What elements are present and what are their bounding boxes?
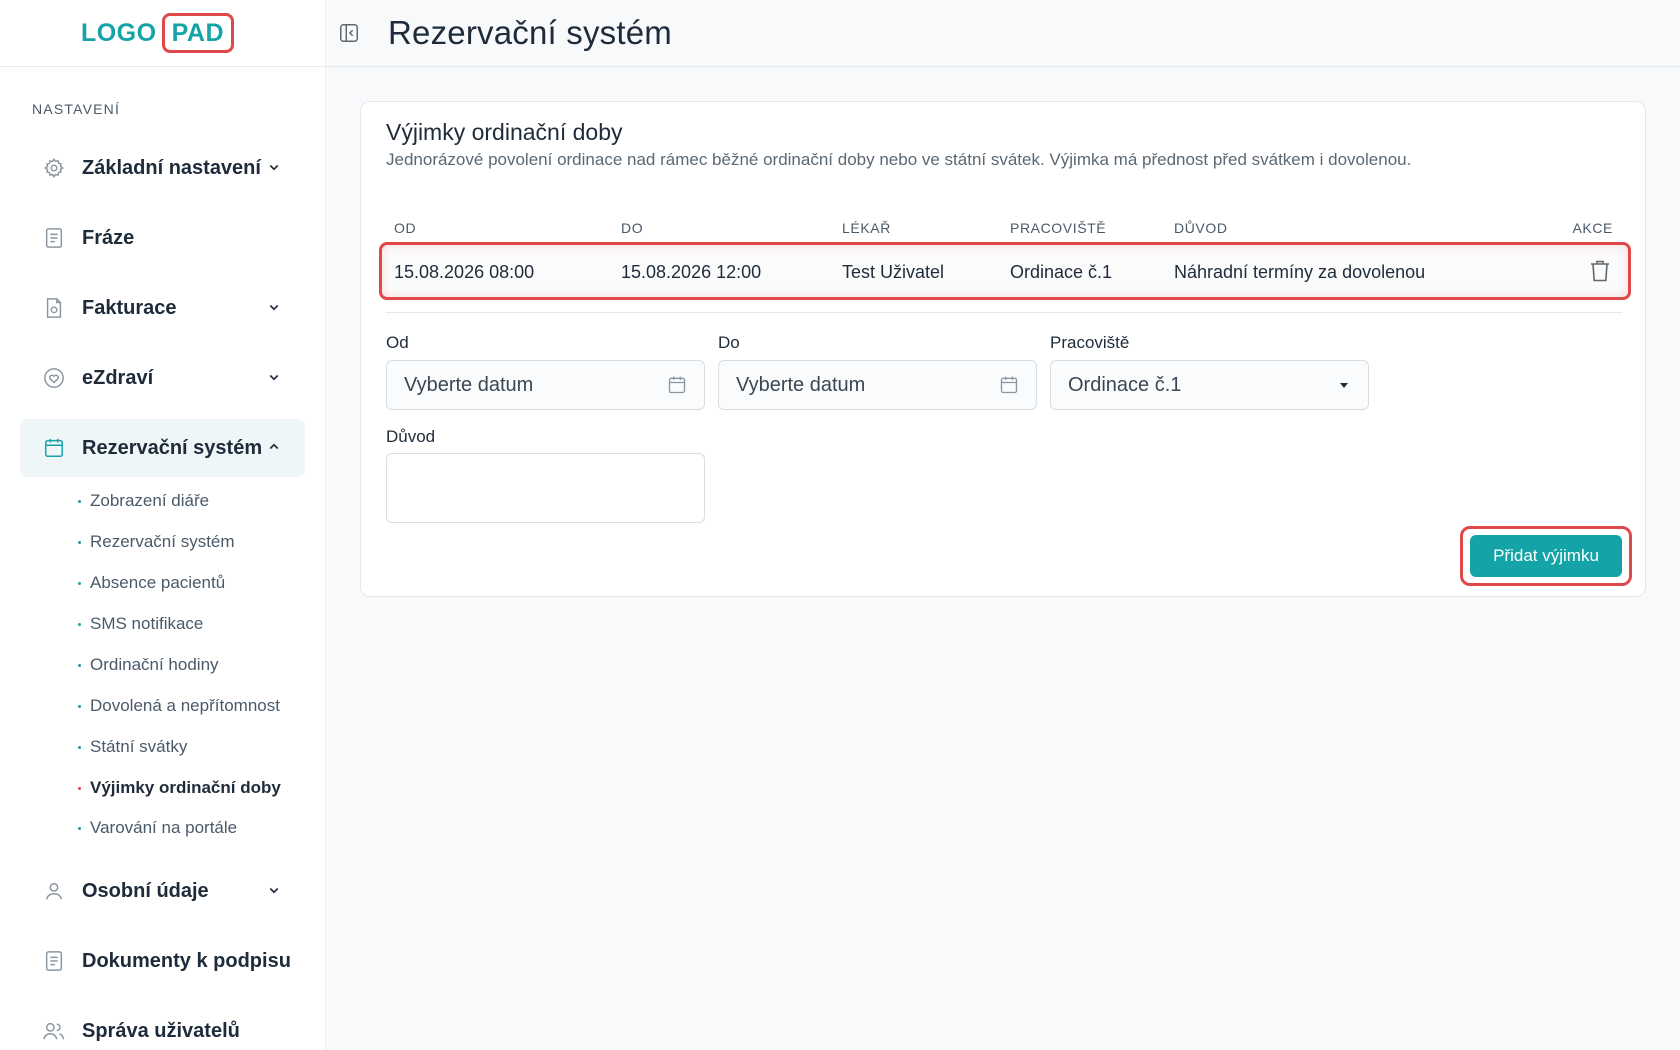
- sidebar-subitem-statni-svatky[interactable]: Státní svátky: [78, 737, 187, 757]
- sidebar-collapse-icon[interactable]: [337, 21, 361, 45]
- bullet-icon: [78, 499, 81, 503]
- table-row: 15.08.2026 08:00 15.08.2026 12:00 Test U…: [379, 242, 1631, 300]
- bullet-icon: [78, 581, 81, 585]
- card-description: Jednorázové povolení ordinace nad rámec …: [386, 150, 1412, 169]
- od-date-placeholder: Vyberte datum: [404, 373, 534, 396]
- sidebar-subitem-zobrazeni-diare[interactable]: Zobrazení diáře: [78, 491, 209, 511]
- do-label: Do: [718, 333, 740, 352]
- sidebar-item-fraze[interactable]: Fráze: [20, 209, 305, 267]
- card-title: Výjimky ordinační doby: [386, 119, 623, 145]
- chevron-up-icon: [265, 438, 283, 456]
- sidebar-item-label: Správa uživatelů: [82, 1019, 240, 1042]
- trash-icon[interactable]: [1589, 259, 1611, 283]
- duvod-label: Důvod: [386, 427, 436, 446]
- bullet-icon: [78, 622, 81, 626]
- bullet-icon: [78, 704, 81, 708]
- heart-icon: [42, 366, 66, 390]
- sidebar-subitem-vyjimky-ordinacni-doby[interactable]: Výjimky ordinační doby: [78, 778, 281, 798]
- od-date-input[interactable]: Vyberte datum: [386, 360, 705, 410]
- sidebar-section-label: NASTAVENÍ: [32, 101, 121, 117]
- sidebar-subitem-label: Absence pacientů: [90, 573, 226, 592]
- sidebar-subitem-label: Varování na portále: [90, 818, 238, 837]
- caret-down-icon: [1340, 383, 1348, 388]
- sidebar-subitem-label: Výjimky ordinační doby: [90, 778, 281, 797]
- sidebar-subitem-ordinacni-hodiny[interactable]: Ordinační hodiny: [78, 655, 219, 675]
- od-label: Od: [386, 333, 409, 352]
- chevron-down-icon: [265, 158, 283, 176]
- calendar-icon: [42, 436, 66, 460]
- sidebar-item-zakladni-nastaveni[interactable]: Základní nastavení: [20, 139, 305, 197]
- gear-icon: [42, 156, 66, 180]
- bullet-icon: [78, 745, 81, 749]
- bullet-icon: [78, 663, 81, 667]
- calendar-icon[interactable]: [999, 375, 1019, 395]
- sidebar-subitem-sms-notifikace[interactable]: SMS notifikace: [78, 614, 203, 634]
- sidebar-subitem-label: Zobrazení diáře: [90, 491, 210, 510]
- user-icon: [42, 879, 66, 903]
- sidebar-item-ezdravi[interactable]: eZdraví: [20, 349, 305, 407]
- cell-lekar: Test Uživatel: [842, 262, 945, 282]
- calendar-icon[interactable]: [667, 375, 687, 395]
- sidebar-item-label: Fakturace: [82, 296, 177, 319]
- chevron-down-icon: [265, 368, 283, 386]
- pracoviste-select[interactable]: Ordinace č.1: [1050, 360, 1369, 410]
- column-header-do: DO: [621, 220, 644, 236]
- sidebar-item-label: Osobní údaje: [82, 879, 209, 902]
- bullet-icon: [78, 786, 81, 790]
- exceptions-card: Výjimky ordinační doby Jednorázové povol…: [360, 101, 1646, 597]
- sidebar-item-label: Rezervační systém: [82, 436, 263, 459]
- sidebar-item-label: eZdraví: [82, 366, 154, 389]
- invoice-icon: [42, 296, 66, 320]
- cell-duvod: Náhradní termíny za dovolenou: [1174, 262, 1426, 282]
- sidebar-subitem-rezervacni-system[interactable]: Rezervační systém: [78, 532, 235, 552]
- sidebar-subitem-dovolena[interactable]: Dovolená a nepřítomnost: [78, 696, 280, 716]
- column-header-pracoviste: PRACOVIŠTĚ: [1010, 220, 1107, 236]
- sidebar-subitem-absence-pacientu[interactable]: Absence pacientů: [78, 573, 225, 593]
- sidebar-subitem-label: Státní svátky: [90, 737, 188, 756]
- add-exception-highlight: Přidat výjimku: [1460, 526, 1632, 586]
- logo-text-left: LOGO: [80, 18, 157, 47]
- add-exception-button[interactable]: Přidat výjimku: [1470, 535, 1622, 577]
- column-header-duvod: DŮVOD: [1174, 220, 1228, 236]
- sidebar-subitem-label: SMS notifikace: [90, 614, 204, 633]
- sidebar-subitem-varovani-na-portale[interactable]: Varování na portále: [78, 818, 237, 838]
- logo-text-right: PAD: [161, 13, 235, 53]
- bullet-icon: [78, 826, 81, 830]
- document-icon: [42, 226, 66, 250]
- logo[interactable]: LOGO PAD: [80, 13, 235, 53]
- sidebar: LOGO PAD NASTAVENÍ Základní nastavení Fr…: [0, 0, 326, 1050]
- chevron-down-icon: [265, 881, 283, 899]
- cell-od: 15.08.2026 08:00: [394, 262, 535, 282]
- do-date-input[interactable]: Vyberte datum: [718, 360, 1037, 410]
- cell-pracoviste: Ordinace č.1: [1010, 262, 1113, 282]
- do-date-placeholder: Vyberte datum: [736, 373, 866, 396]
- sidebar-item-osobni-udaje[interactable]: Osobní údaje: [20, 862, 305, 920]
- pracoviste-selected-value: Ordinace č.1: [1068, 373, 1182, 396]
- sidebar-subitem-label: Rezervační systém: [90, 532, 235, 551]
- chevron-down-icon: [265, 298, 283, 316]
- divider: [386, 312, 1622, 313]
- users-icon: [42, 1019, 66, 1043]
- sidebar-item-dokumenty-k-podpisu[interactable]: Dokumenty k podpisu: [20, 932, 305, 990]
- column-header-akce: AKCE: [1572, 220, 1613, 236]
- page-header: Rezervační systém: [326, 0, 1680, 67]
- document-icon: [42, 949, 66, 973]
- sidebar-item-fakturace[interactable]: Fakturace: [20, 279, 305, 337]
- sidebar-item-label: Základní nastavení: [82, 156, 261, 179]
- page-title: Rezervační systém: [388, 14, 672, 51]
- column-header-lekar: LÉKAŘ: [842, 220, 891, 236]
- cell-do: 15.08.2026 12:00: [621, 262, 762, 282]
- duvod-textarea[interactable]: [386, 453, 705, 523]
- sidebar-item-rezervacni-system[interactable]: Rezervační systém: [20, 419, 305, 477]
- sidebar-item-label: Fráze: [82, 226, 135, 249]
- sidebar-subitem-label: Ordinační hodiny: [90, 655, 219, 674]
- sidebar-item-label: Dokumenty k podpisu: [82, 949, 291, 972]
- column-header-od: OD: [394, 220, 417, 236]
- logo-bar: LOGO PAD: [0, 0, 325, 67]
- sidebar-item-sprava-uzivatelu[interactable]: Správa uživatelů: [20, 1002, 305, 1050]
- pracoviste-label: Pracoviště: [1050, 333, 1130, 352]
- bullet-icon: [78, 540, 81, 544]
- sidebar-subitem-label: Dovolená a nepřítomnost: [90, 696, 280, 715]
